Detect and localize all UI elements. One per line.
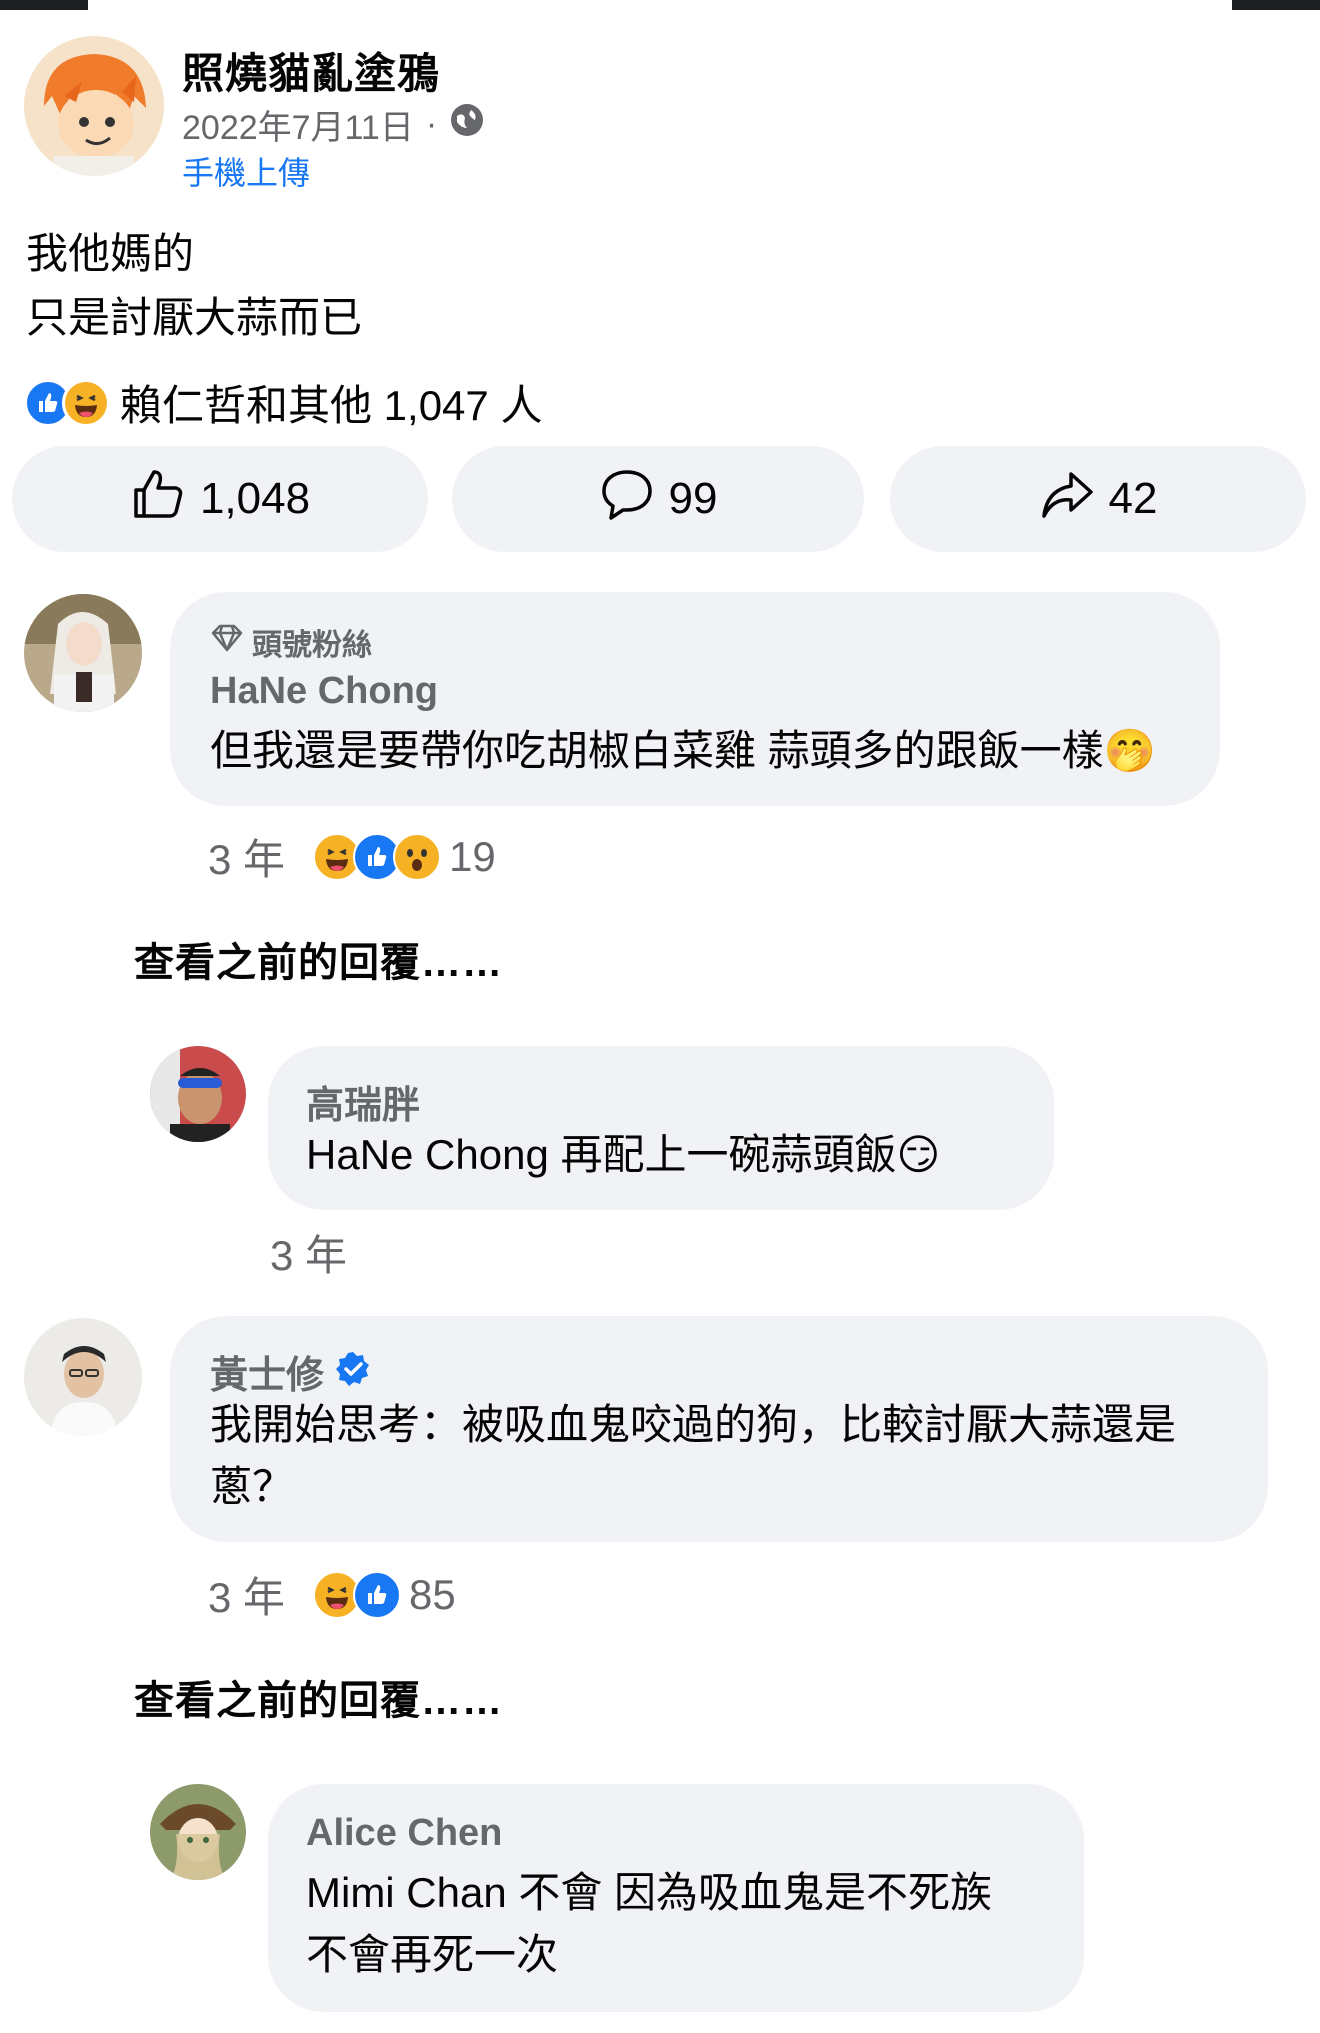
commenter-name[interactable]: 黃士修 xyxy=(210,1344,324,1399)
reactions-summary[interactable]: 賴仁哲和其他 1,047 人 xyxy=(24,372,542,433)
reply-text-line: Mimi Chan 不會 因為吸血鬼是不死族 xyxy=(306,1869,993,1916)
post-text-line: 只是討厭大蒜而已 xyxy=(26,294,363,341)
post-author-name[interactable]: 照燒貓亂塗鴉 xyxy=(182,40,440,101)
commenter-name[interactable]: HaNe Chong xyxy=(210,670,438,713)
like-button[interactable]: 1,048 xyxy=(12,446,428,552)
share-button[interactable]: 42 xyxy=(890,446,1306,552)
post-meta: 2022年7月11日 · xyxy=(182,100,485,149)
meta-separator: · xyxy=(425,105,438,143)
top-fan-badge: 頭號粉絲 xyxy=(210,620,372,664)
haha-reaction-icon xyxy=(62,378,110,427)
comment-meta: 3 年 85 xyxy=(208,1564,456,1625)
reply-time[interactable]: 3 年 xyxy=(270,1222,347,1283)
reaction-count: 85 xyxy=(409,1570,456,1618)
post-text-line: 我他媽的 xyxy=(26,230,195,277)
like-count: 1,048 xyxy=(199,474,311,523)
like-reaction-icon xyxy=(353,1570,402,1619)
commenter-avatar[interactable] xyxy=(24,1318,142,1436)
comment-count: 99 xyxy=(668,474,718,523)
view-previous-replies-link[interactable]: 查看之前的回覆…… xyxy=(134,1668,503,1726)
post-date[interactable]: 2022年7月11日 xyxy=(182,100,414,149)
reply-avatar[interactable] xyxy=(150,1046,246,1142)
diamond-icon xyxy=(210,623,244,661)
commenter-avatar[interactable] xyxy=(24,594,142,712)
comment-icon xyxy=(599,466,655,533)
comment-text: 但我還是要帶你吃胡椒白菜雞 蒜頭多的跟飯一樣🤭 xyxy=(210,727,1156,774)
reply-author-name[interactable]: Alice Chen xyxy=(306,1812,502,1855)
status-bar-right xyxy=(1232,0,1320,10)
share-count: 42 xyxy=(1108,474,1158,523)
share-icon xyxy=(1039,466,1095,533)
comment-text: 我開始思考：被吸血鬼咬過的狗，比較討厭大蒜還是 蔥？ xyxy=(210,1394,1176,1518)
comment-text-line: 我開始思考：被吸血鬼咬過的狗，比較討厭大蒜還是 xyxy=(210,1401,1177,1448)
reply-author-name[interactable]: 高瑞胖 xyxy=(306,1074,420,1129)
reply-avatar[interactable] xyxy=(150,1784,246,1880)
commenter-header: 黃士修 xyxy=(210,1344,372,1399)
comment-time[interactable]: 3 年 xyxy=(208,1564,285,1625)
status-bar-left xyxy=(0,0,88,10)
comment-reactions[interactable]: 85 xyxy=(313,1570,456,1619)
view-previous-replies-link[interactable]: 查看之前的回覆…… xyxy=(134,930,503,988)
comment-time[interactable]: 3 年 xyxy=(208,826,285,887)
reaction-count: 19 xyxy=(449,832,496,880)
comment-meta: 3 年 19 xyxy=(208,826,496,887)
reactions-summary-text: 賴仁哲和其他 1,047 人 xyxy=(120,382,543,429)
globe-icon xyxy=(449,102,485,147)
post-body: 我他媽的 只是討厭大蒜而已 xyxy=(26,222,362,350)
badge-label: 頭號粉絲 xyxy=(252,629,372,662)
comment-reactions[interactable]: 19 xyxy=(313,832,496,881)
wow-reaction-icon xyxy=(393,832,442,881)
comment-button[interactable]: 99 xyxy=(452,446,864,552)
author-avatar[interactable] xyxy=(24,36,164,176)
reply-text: HaNe Chong 再配上一碗蒜頭飯😏 xyxy=(306,1131,941,1178)
reply-text-line: 不會再死一次 xyxy=(306,1931,559,1978)
upload-source-link[interactable]: 手機上傳 xyxy=(182,148,310,194)
comment-text-line: 蔥？ xyxy=(210,1463,295,1510)
verified-badge-icon xyxy=(334,1350,372,1393)
reply-text: Mimi Chan 不會 因為吸血鬼是不死族 不會再死一次 xyxy=(306,1862,992,1986)
thumbs-up-icon xyxy=(130,466,186,533)
